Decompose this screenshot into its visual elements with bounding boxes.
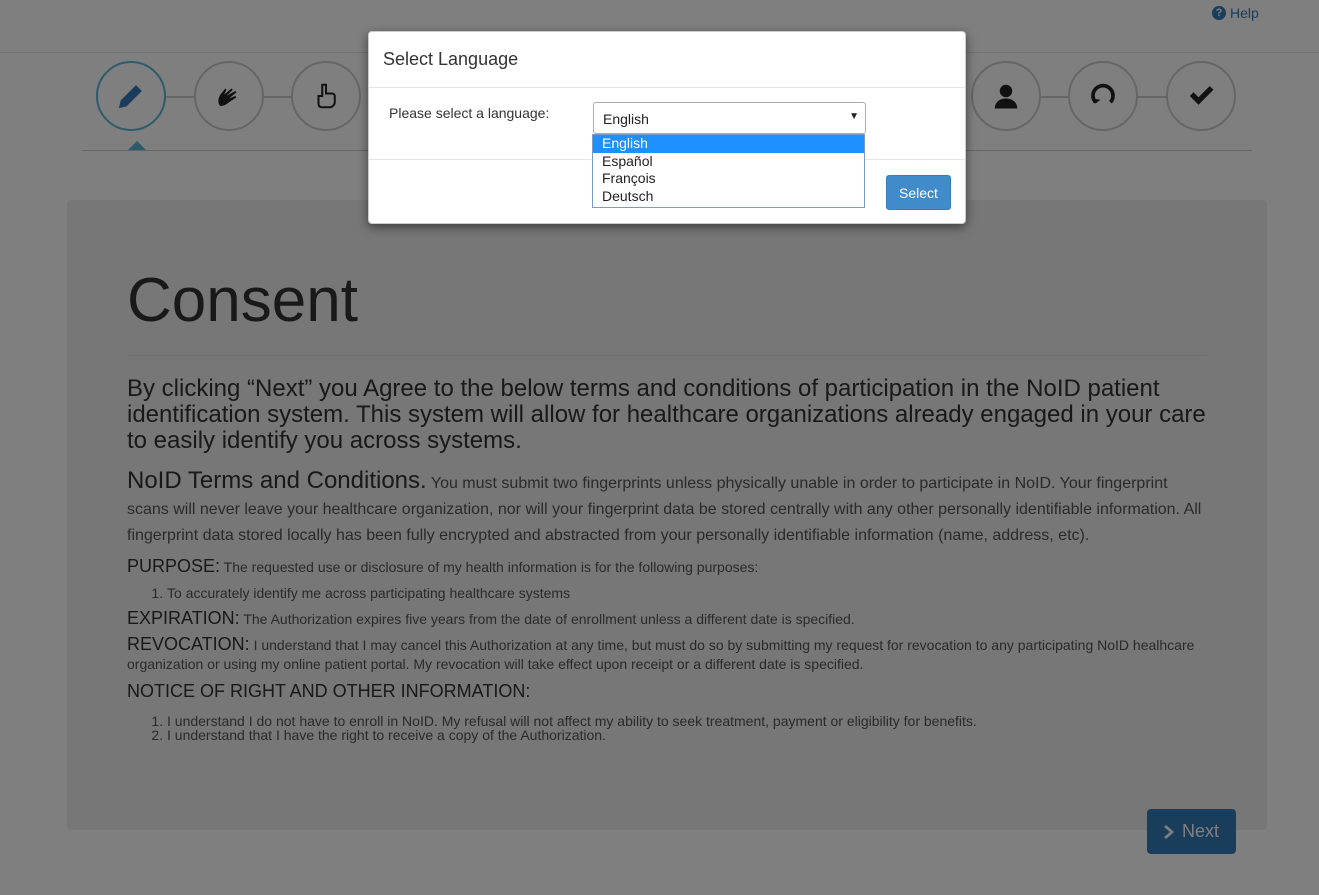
select-button[interactable]: Select: [886, 175, 951, 210]
language-option-deutsch[interactable]: Deutsch: [593, 188, 864, 206]
language-option-espanol[interactable]: Español: [593, 153, 864, 171]
language-select[interactable]: English ▼: [593, 102, 866, 134]
language-option-francois[interactable]: François: [593, 170, 864, 188]
caret-down-icon: ▼: [849, 111, 859, 122]
modal-title: Select Language: [383, 49, 519, 69]
language-dropdown: English Español François Deutsch: [592, 134, 865, 208]
modal-header: Select Language: [369, 32, 965, 88]
language-option-english[interactable]: English: [593, 135, 864, 153]
language-select-value: English: [603, 111, 649, 127]
language-label: Please select a language:: [389, 105, 550, 121]
